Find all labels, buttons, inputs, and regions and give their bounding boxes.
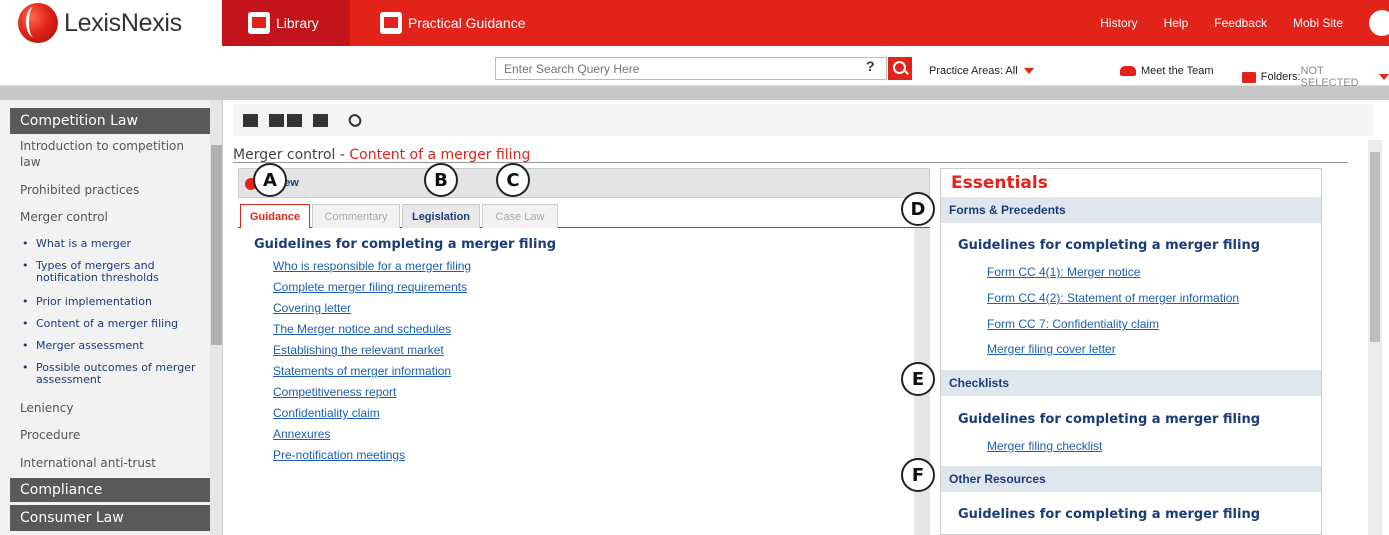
logo[interactable]: LexisNexis	[0, 0, 222, 46]
tab-library-label: Library	[276, 15, 319, 31]
essentials-link[interactable]: Form CC 4(2): Statement of merger inform…	[987, 291, 1239, 305]
email-icon[interactable]	[287, 114, 302, 127]
open-folder-icon[interactable]	[243, 114, 258, 127]
tab-commentary[interactable]: Commentary	[312, 204, 400, 228]
top-navigation-bar: LexisNexis Library Practical Guidance Hi…	[0, 0, 1389, 46]
guidance-link[interactable]: Establishing the relevant market	[273, 343, 444, 357]
folders-label: Folders:	[1260, 71, 1301, 83]
top-links: History Help Feedback Mobi Site	[1100, 0, 1389, 46]
essentials-link[interactable]: Merger filing checklist	[987, 439, 1102, 453]
guidance-link[interactable]: Complete merger filing requirements	[273, 280, 467, 294]
tab-legislation[interactable]: Legislation	[402, 204, 480, 228]
page-scrollbar[interactable]	[1368, 140, 1382, 535]
callout-d: D	[901, 192, 935, 226]
section-checklists[interactable]: Checklists	[941, 370, 1321, 396]
guidance-link[interactable]: Competitiveness report	[273, 385, 396, 399]
tab-practical-guidance-label: Practical Guidance	[408, 15, 526, 31]
essentials-link[interactable]: Merger filing cover letter	[987, 342, 1116, 356]
chevron-down-icon	[1379, 74, 1389, 80]
logo-text: LexisNexis	[64, 8, 182, 37]
page-scrollbar-thumb[interactable]	[1370, 152, 1380, 342]
tab-case-law[interactable]: Case Law	[482, 204, 558, 228]
save-icon[interactable]	[269, 114, 284, 127]
meet-the-team-label: Meet the Team	[1141, 65, 1214, 77]
tab-practical-guidance[interactable]: Practical Guidance	[352, 0, 552, 46]
book-icon	[248, 12, 270, 34]
sidebar-item-merger-control[interactable]: Merger control	[20, 209, 200, 225]
content-tabs: Guidance Commentary Legislation Case Law	[238, 198, 930, 228]
breadcrumb-parent: Merger control -	[233, 147, 345, 163]
essentials-link[interactable]: Form CC 4(1): Merger notice	[987, 265, 1140, 279]
tab-guidance[interactable]: Guidance	[240, 204, 310, 228]
feedback-link[interactable]: Feedback	[1214, 16, 1267, 30]
sidebar: Competition Law Introduction to competit…	[0, 100, 223, 535]
folder-icon	[1242, 71, 1256, 83]
sidebar-item-international-anti-trust[interactable]: International anti-trust	[20, 455, 200, 471]
search-button[interactable]	[888, 57, 912, 80]
divider-band	[0, 86, 1389, 100]
search-row: ? Practice Areas: All Meet the Team Fold…	[0, 46, 1389, 89]
essentials-heading: Guidelines for completing a merger filin…	[958, 238, 1261, 253]
guidance-heading: Guidelines for completing a merger filin…	[254, 237, 557, 252]
section-forms-precedents[interactable]: Forms & Precedents	[941, 197, 1321, 223]
guidance-link[interactable]: Confidentiality claim	[273, 406, 380, 420]
sidebar-section-competition-law[interactable]: Competition Law	[10, 108, 210, 134]
guidance-link[interactable]: The Merger notice and schedules	[273, 322, 451, 336]
toolbar	[233, 104, 1373, 136]
search-input[interactable]	[495, 57, 887, 80]
people-icon	[1120, 66, 1136, 76]
breadcrumb-current: Content of a merger filing	[349, 147, 531, 163]
sidebar-scrollbar[interactable]	[210, 100, 222, 535]
practice-areas-dropdown[interactable]: Practice Areas: All	[929, 65, 1034, 77]
callout-a: A	[253, 163, 287, 197]
divider	[233, 162, 1348, 163]
overview-bar[interactable]: view	[238, 168, 930, 198]
page-title: Merger control - Content of a merger fil…	[233, 147, 530, 163]
sidebar-subitem-what-is-a-merger[interactable]: What is a merger	[22, 238, 202, 251]
guidance-link[interactable]: Pre-notification meetings	[273, 448, 405, 462]
sidebar-section-compliance[interactable]: Compliance	[10, 478, 210, 502]
print-icon[interactable]	[313, 114, 328, 127]
sidebar-scrollbar-thumb[interactable]	[211, 145, 222, 345]
sidebar-item-prohibited-practices[interactable]: Prohibited practices	[20, 182, 200, 198]
sidebar-subitem-types-of-mergers[interactable]: Types of mergers and notification thresh…	[22, 260, 202, 284]
essentials-panel: Essentials Forms & Precedents Guidelines…	[940, 168, 1322, 535]
guidance-link[interactable]: Statements of merger information	[273, 364, 451, 378]
search-help-icon[interactable]: ?	[866, 58, 875, 74]
chevron-down-icon	[1023, 68, 1034, 74]
guidance-link[interactable]: Who is responsible for a merger filing	[273, 259, 471, 273]
help-link[interactable]: Help	[1164, 16, 1189, 30]
sidebar-item-procedure[interactable]: Procedure	[20, 427, 200, 443]
essentials-heading: Guidelines for completing a merger filin…	[958, 412, 1261, 427]
sidebar-item-leniency[interactable]: Leniency	[20, 400, 200, 416]
mobi-site-link[interactable]: Mobi Site	[1293, 16, 1343, 30]
meet-the-team-link[interactable]: Meet the Team	[1120, 65, 1214, 77]
callout-f: F	[901, 458, 935, 492]
sidebar-section-consumer-law[interactable]: Consumer Law	[10, 505, 210, 531]
practice-areas-label: Practice Areas: All	[929, 65, 1018, 77]
sidebar-subitem-content-of-merger-filing[interactable]: Content of a merger filing	[22, 318, 202, 331]
logo-globe-icon	[18, 3, 58, 43]
callout-b: B	[424, 163, 458, 197]
callout-c: C	[496, 163, 530, 197]
link-icon[interactable]	[346, 111, 364, 130]
user-avatar-icon[interactable]	[1369, 10, 1389, 36]
history-link[interactable]: History	[1100, 16, 1137, 30]
essentials-heading: Guidelines for completing a merger filin…	[958, 507, 1261, 522]
guidance-link[interactable]: Annexures	[273, 427, 330, 441]
document-icon	[380, 12, 402, 34]
sidebar-subitem-possible-outcomes[interactable]: Possible outcomes of merger assessment	[22, 362, 202, 386]
guidance-content: Guidelines for completing a merger filin…	[238, 228, 914, 535]
essentials-link[interactable]: Form CC 7: Confidentiality claim	[987, 317, 1159, 331]
tab-library[interactable]: Library	[222, 0, 350, 46]
section-other-resources[interactable]: Other Resources	[941, 466, 1321, 492]
sidebar-item-introduction[interactable]: Introduction to competition law	[20, 138, 200, 170]
sidebar-subitem-prior-implementation[interactable]: Prior implementation	[22, 296, 202, 309]
callout-e: E	[901, 362, 935, 396]
guidance-link[interactable]: Covering letter	[273, 301, 351, 315]
sidebar-subitem-merger-assessment[interactable]: Merger assessment	[22, 340, 202, 353]
essentials-title: Essentials	[951, 173, 1048, 193]
